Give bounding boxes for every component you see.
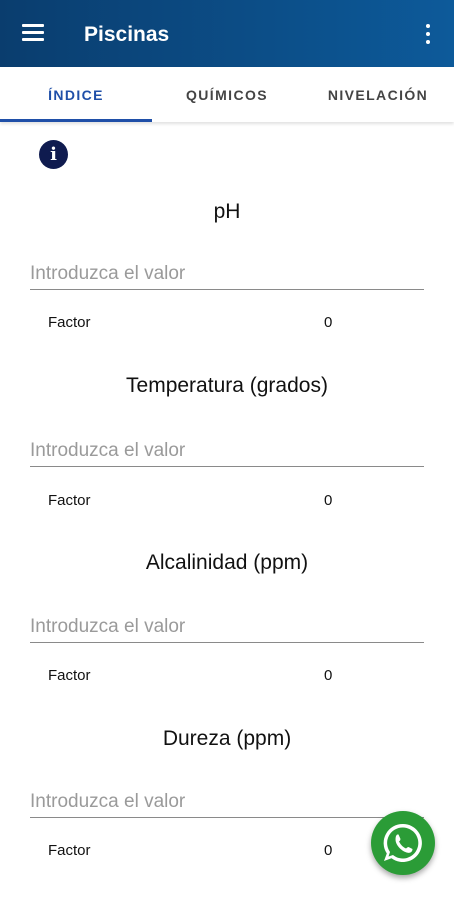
tab-indicator	[0, 119, 152, 122]
temperature-factor-value: 0	[324, 492, 333, 509]
tab-bar: ÍNDICE QUÍMICOS NIVELACIÓN	[0, 67, 454, 122]
ph-factor-label: Factor	[48, 314, 91, 331]
ph-title: pH	[213, 200, 241, 223]
ph-input[interactable]	[30, 259, 424, 290]
hardness-input[interactable]	[30, 787, 424, 818]
app-bar: Piscinas	[0, 0, 454, 67]
tab-nivelacion[interactable]: NIVELACIÓN	[302, 67, 454, 122]
menu-icon[interactable]	[20, 22, 46, 44]
app-title: Piscinas	[84, 23, 170, 46]
temperature-factor-label: Factor	[48, 492, 91, 509]
info-icon[interactable]: i	[39, 140, 68, 169]
alkalinity-factor-value: 0	[324, 667, 333, 684]
hardness-factor-value: 0	[324, 842, 333, 859]
whatsapp-icon	[383, 823, 422, 862]
hardness-factor-label: Factor	[48, 842, 91, 859]
alkalinity-title: Alcalinidad (ppm)	[145, 551, 309, 574]
whatsapp-button[interactable]	[371, 811, 435, 875]
tab-indice[interactable]: ÍNDICE	[0, 67, 152, 122]
alkalinity-factor-label: Factor	[48, 667, 91, 684]
temperature-title: Temperatura (grados)	[126, 374, 328, 397]
more-vert-icon[interactable]	[418, 22, 438, 46]
tab-quimicos[interactable]: QUÍMICOS	[152, 67, 302, 122]
hardness-title: Dureza (ppm)	[162, 727, 292, 750]
ph-factor-value: 0	[324, 314, 333, 331]
alkalinity-input[interactable]	[30, 612, 424, 643]
temperature-input[interactable]	[30, 436, 424, 467]
